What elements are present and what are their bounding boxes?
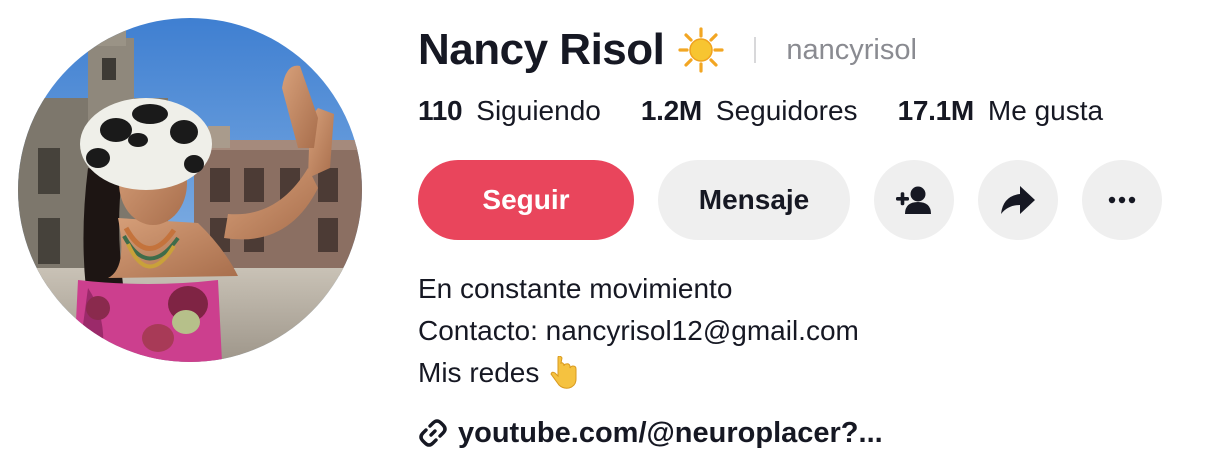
stat-likes-count: 17.1M (897, 95, 975, 126)
link-icon (419, 419, 447, 447)
bio-text-1: En constante movimiento (418, 273, 733, 304)
stat-following[interactable]: 110 Siguiendo (418, 95, 601, 127)
stat-following-count: 110 (418, 95, 463, 126)
add-user-icon (896, 186, 931, 214)
bio-line: Mis redes (418, 352, 859, 394)
bio-text-3: Mis redes (418, 357, 540, 388)
profile-link-text[interactable]: youtube.com/@neuroplacer?... (458, 417, 883, 450)
profile-header: Nancy Risol nancyrisol 110 Siguiendo 1.2… (0, 0, 1214, 468)
avatar[interactable] (18, 18, 362, 362)
share-arrow-icon (1001, 186, 1035, 214)
bio-line: En constante movimiento (418, 268, 859, 310)
avatar-image (18, 18, 362, 362)
message-button[interactable]: Mensaje (658, 160, 850, 240)
stat-following-label: Siguiendo (476, 95, 601, 126)
stat-likes-label: Me gusta (987, 95, 1104, 126)
name-divider (754, 37, 757, 63)
display-name: Nancy Risol (418, 25, 665, 74)
profile-info: Nancy Risol nancyrisol 110 Siguiendo 1.2… (418, 0, 1208, 468)
stat-likes: 17.1M Me gusta (898, 95, 1104, 127)
bio-line: Contacto: nancyrisol12@gmail.com (418, 310, 859, 352)
bio: En constante movimiento Contacto: nancyr… (418, 268, 859, 394)
pointing-down-emoji-icon (549, 355, 579, 390)
sun-emoji-icon (678, 27, 724, 73)
stat-followers-count: 1.2M (640, 95, 702, 126)
username: nancyrisol (786, 33, 917, 66)
profile-actions: Seguir Mensaje (418, 160, 1162, 240)
name-row: Nancy Risol nancyrisol (418, 22, 917, 78)
stat-followers-label: Seguidores (715, 95, 858, 126)
profile-link[interactable]: youtube.com/@neuroplacer?... (418, 412, 883, 454)
more-dots-icon (1108, 196, 1136, 204)
bio-text-2: Contacto: nancyrisol12@gmail.com (418, 315, 859, 346)
more-options-button[interactable] (1082, 160, 1162, 240)
share-button[interactable] (978, 160, 1058, 240)
follow-button[interactable]: Seguir (418, 160, 634, 240)
add-friend-button[interactable] (874, 160, 954, 240)
stat-followers[interactable]: 1.2M Seguidores (641, 95, 858, 127)
stats-row: 110 Siguiendo 1.2M Seguidores 17.1M Me g… (418, 90, 1103, 132)
